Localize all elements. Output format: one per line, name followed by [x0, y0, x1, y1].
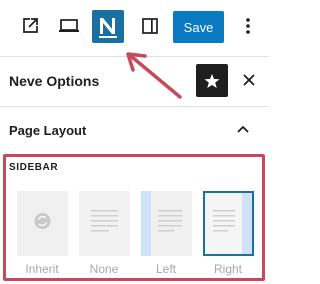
- sidebar-option-right[interactable]: [203, 191, 254, 256]
- laptop-preview-icon[interactable]: [54, 12, 84, 40]
- inherit-thumbnail: [17, 191, 68, 256]
- chevron-up-icon[interactable]: [234, 120, 252, 138]
- save-button[interactable]: Save: [173, 11, 224, 43]
- left-thumbnail: [141, 191, 192, 256]
- external-link-icon[interactable]: [16, 12, 44, 40]
- sidebar-option-inherit[interactable]: [17, 191, 68, 256]
- editor-toolbar: Save: [0, 0, 269, 56]
- sidebar-option-label: Inherit: [25, 262, 59, 276]
- sidebar-option-none[interactable]: [79, 191, 130, 256]
- star-icon[interactable]: [196, 64, 228, 97]
- close-icon[interactable]: [239, 70, 259, 90]
- sidebar-option-label: Right: [213, 262, 242, 276]
- toolbar-divider: [0, 56, 269, 57]
- sidebar-toggle-icon[interactable]: [136, 12, 164, 40]
- page-layout-title[interactable]: Page Layout: [9, 123, 86, 138]
- none-thumbnail: [79, 191, 130, 256]
- editor-screen: Save Neve Options Page Layout SIDEBAR In…: [0, 0, 269, 284]
- sidebar-option-label: None: [89, 262, 119, 276]
- sidebar-label: SIDEBAR: [9, 162, 59, 173]
- panel-header-divider: [0, 106, 269, 107]
- panel-title: Neve Options: [9, 73, 100, 89]
- sidebar-option-left[interactable]: [141, 191, 192, 256]
- neve-logo-icon[interactable]: [92, 10, 124, 43]
- sidebar-option-label: Left: [155, 262, 176, 276]
- vertical-ellipsis-icon[interactable]: [238, 12, 258, 40]
- right-thumbnail: [203, 191, 254, 256]
